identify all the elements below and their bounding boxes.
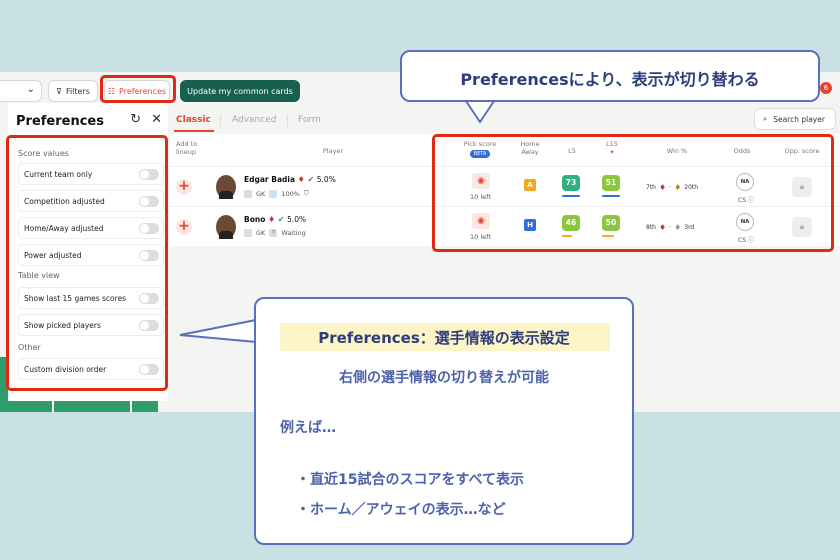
top-callout-pointer [465, 100, 495, 124]
callout-line-4: ・ホーム／アウェイの表示…など [296, 502, 506, 518]
callout-top: Preferencesにより、表示が切り替わる [400, 50, 820, 102]
callout-line-1: 右側の選手情報の切り替えが可能 [339, 370, 549, 386]
callout-main-title: Preferences：選手情報の表示設定 [318, 329, 570, 347]
callout-top-text: Preferencesにより、表示が切り替わる [460, 70, 760, 89]
main-callout-pointer [179, 319, 257, 343]
callout-line-2: 例えば… [280, 420, 336, 436]
callout-main: Preferences：選手情報の表示設定 右側の選手情報の切り替えが可能 例え… [254, 297, 634, 545]
callout-line-3: ・直近15試合のスコアをすべて表示 [296, 472, 524, 488]
